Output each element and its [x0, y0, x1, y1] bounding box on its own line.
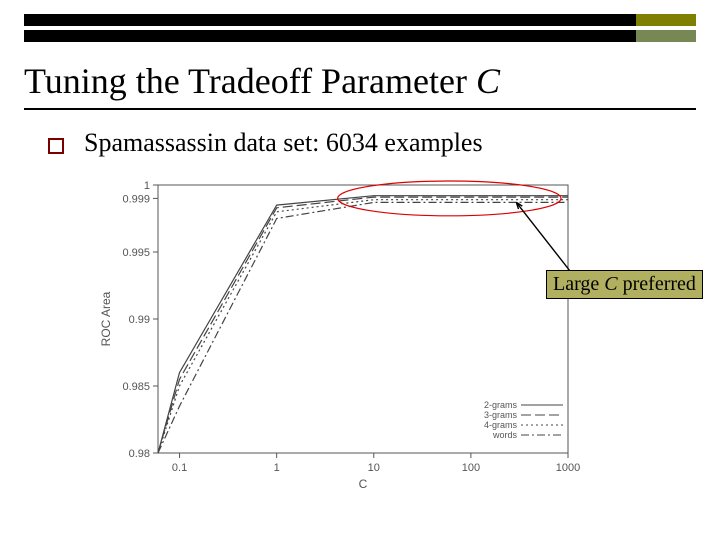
- callout-variable: C: [604, 273, 617, 295]
- svg-text:3-grams: 3-grams: [484, 410, 518, 420]
- annotation-callout: Large C preferred: [546, 270, 703, 299]
- svg-text:0.98: 0.98: [129, 448, 150, 460]
- svg-text:100: 100: [462, 462, 480, 474]
- svg-text:0.99: 0.99: [129, 314, 150, 326]
- page-title: Tuning the Tradeoff Parameter C: [24, 60, 696, 110]
- callout-suffix: preferred: [618, 273, 696, 295]
- svg-text:C: C: [359, 477, 368, 491]
- svg-text:1: 1: [144, 180, 150, 192]
- svg-text:0.995: 0.995: [122, 247, 150, 259]
- svg-text:words: words: [492, 430, 518, 440]
- svg-text:1000: 1000: [556, 462, 580, 474]
- svg-text:ROC Area: ROC Area: [99, 291, 113, 346]
- chart-svg: 0.111010010000.980.9850.990.9950.9991CRO…: [90, 175, 580, 495]
- svg-text:1: 1: [274, 462, 280, 474]
- bullet-text: Spamassassin data set: 6034 examples: [84, 128, 483, 158]
- svg-text:10: 10: [368, 462, 380, 474]
- title-text: Tuning the Tradeoff Parameter: [24, 61, 476, 101]
- svg-text:0.1: 0.1: [172, 462, 187, 474]
- chart: 0.111010010000.980.9850.990.9950.9991CRO…: [90, 175, 580, 495]
- callout-prefix: Large: [553, 273, 604, 295]
- bullet-icon: [48, 138, 64, 154]
- accent-stripe-top: [636, 14, 696, 26]
- header-bar: [24, 14, 696, 42]
- bullet-item: Spamassassin data set: 6034 examples: [48, 128, 696, 158]
- slide: Tuning the Tradeoff Parameter C Spamassa…: [0, 0, 720, 540]
- svg-text:4-grams: 4-grams: [484, 420, 518, 430]
- svg-text:0.985: 0.985: [122, 381, 150, 393]
- annotation-ellipse: [338, 181, 561, 216]
- svg-text:2-grams: 2-grams: [484, 400, 518, 410]
- accent-stripe-bottom: [636, 30, 696, 42]
- svg-text:0.999: 0.999: [122, 193, 150, 205]
- title-variable: C: [476, 61, 500, 101]
